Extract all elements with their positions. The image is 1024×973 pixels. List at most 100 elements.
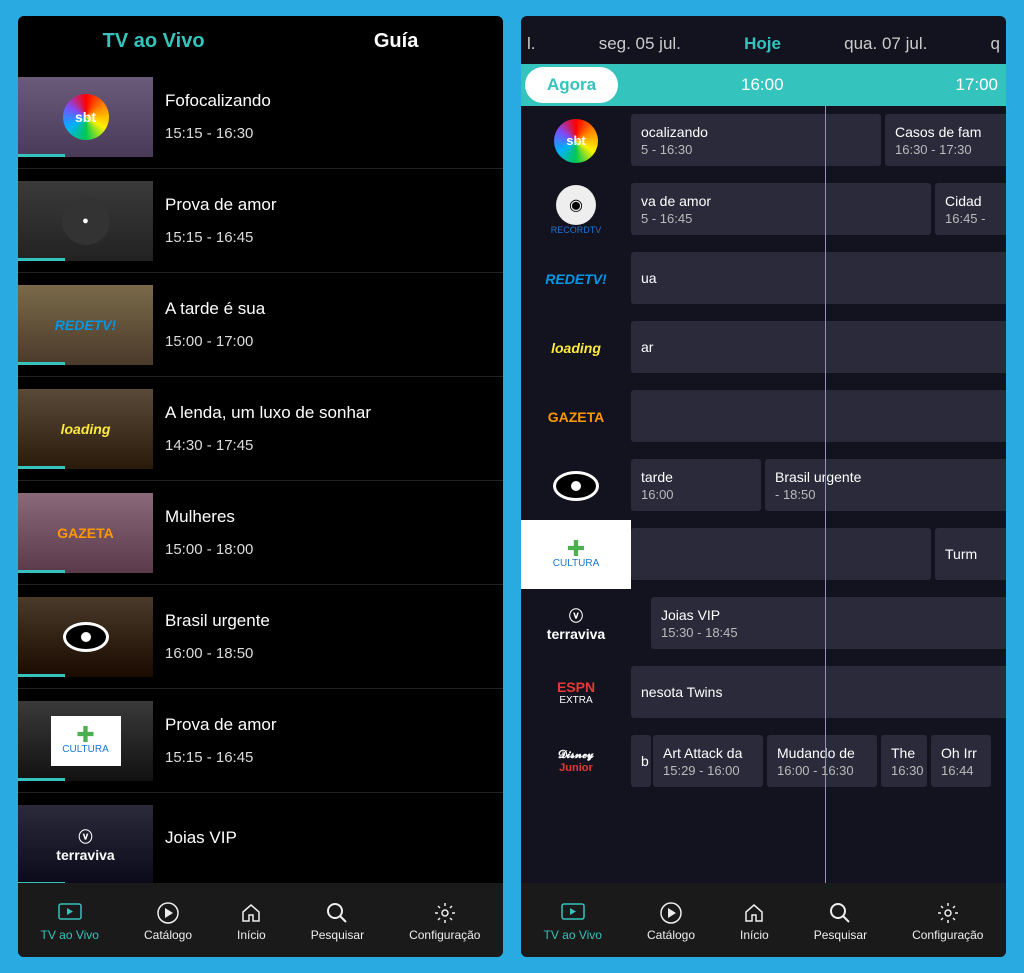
espn-logo-icon: ESPN bbox=[557, 679, 595, 695]
list-item[interactable]: ● Prova de amor 15:15 - 16:45 bbox=[18, 169, 503, 273]
epg-grid[interactable]: sbt ◉RECORDTV REDETV! loading GAZETA ✚CU… bbox=[521, 106, 1006, 883]
tab-guide[interactable]: Guía bbox=[374, 30, 418, 53]
program-time: 16:30 bbox=[891, 763, 917, 778]
program-block[interactable]: Mudando de16:00 - 16:30 bbox=[767, 735, 877, 787]
channel-cell-redetv[interactable]: REDETV! bbox=[521, 244, 631, 313]
nav-catalog[interactable]: Catálogo bbox=[647, 902, 695, 942]
record-logo-icon: ◉ bbox=[556, 185, 596, 225]
channel-cell-terraviva[interactable]: ⓥterraviva bbox=[521, 589, 631, 658]
program-block[interactable]: b bbox=[631, 735, 651, 787]
channel-cell-disney[interactable]: 𝓓𝓲𝓼𝓷𝓮𝔂Junior bbox=[521, 727, 631, 796]
cultura-logo-icon: ✚ CULTURA bbox=[51, 716, 121, 766]
program-title: Mudando de bbox=[777, 745, 867, 761]
gear-icon bbox=[432, 902, 458, 924]
program-block[interactable]: ocalizando5 - 16:30 bbox=[631, 114, 881, 166]
nav-label: Início bbox=[740, 928, 769, 942]
epg-row: Joias VIP15:30 - 18:45 bbox=[631, 589, 1006, 658]
left-screen: TV ao Vivo Guía sbt Fofocalizando 15:15 … bbox=[18, 16, 503, 957]
program-block[interactable]: The16:30 bbox=[881, 735, 927, 787]
program-title: tarde bbox=[641, 469, 751, 485]
program-title: Art Attack da bbox=[663, 745, 753, 761]
program-block[interactable]: ar bbox=[631, 321, 1006, 373]
nav-label: Catálogo bbox=[144, 928, 192, 942]
program-block[interactable]: Turm bbox=[935, 528, 1006, 580]
program-title: Joias VIP bbox=[165, 828, 237, 848]
program-time: 5 - 16:30 bbox=[641, 142, 871, 157]
channel-cell-gazeta[interactable]: GAZETA bbox=[521, 382, 631, 451]
program-block[interactable]: tarde16:00 bbox=[631, 459, 761, 511]
list-item[interactable]: ✚ CULTURA Prova de amor 15:15 - 16:45 bbox=[18, 689, 503, 793]
program-block[interactable] bbox=[631, 528, 931, 580]
program-time: 15:15 - 16:30 bbox=[165, 125, 271, 142]
program-title: Brasil urgente bbox=[775, 469, 1005, 485]
nav-search[interactable]: Pesquisar bbox=[814, 902, 867, 942]
now-pill[interactable]: Agora bbox=[525, 67, 618, 103]
nav-catalog[interactable]: Catálogo bbox=[144, 902, 192, 942]
nav-settings[interactable]: Configuração bbox=[912, 902, 983, 942]
program-block[interactable]: Joias VIP15:30 - 18:45 bbox=[651, 597, 1006, 649]
channel-cell-sbt[interactable]: sbt bbox=[521, 106, 631, 175]
channel-cell-loading[interactable]: loading bbox=[521, 313, 631, 382]
program-title: ua bbox=[641, 270, 1001, 286]
nav-label: Início bbox=[237, 928, 266, 942]
terraviva-logo-icon: ⓥterraviva bbox=[547, 606, 605, 642]
gazeta-logo-icon: GAZETA bbox=[548, 409, 605, 425]
nav-label: TV ao Vivo bbox=[41, 928, 99, 942]
tab-live-tv[interactable]: TV ao Vivo bbox=[103, 30, 205, 53]
nav-live-tv[interactable]: TV ao Vivo bbox=[41, 902, 99, 942]
list-item[interactable]: ⓥterraviva Joias VIP bbox=[18, 793, 503, 883]
nav-label: TV ao Vivo bbox=[544, 928, 602, 942]
epg-row: va de amor5 - 16:45Cidad16:45 - bbox=[631, 175, 1006, 244]
program-block[interactable]: Casos de fam16:30 - 17:30 bbox=[885, 114, 1006, 166]
program-column[interactable]: ocalizando5 - 16:30Casos de fam16:30 - 1… bbox=[631, 106, 1006, 883]
channel-thumb-gazeta: GAZETA bbox=[18, 493, 153, 573]
day-today[interactable]: Hoje bbox=[744, 34, 781, 54]
channel-cell-espn[interactable]: ESPNEXTRA bbox=[521, 658, 631, 727]
nav-settings[interactable]: Configuração bbox=[409, 902, 480, 942]
day-prev[interactable]: seg. 05 jul. bbox=[599, 34, 681, 54]
program-block[interactable]: Oh Irr16:44 bbox=[931, 735, 991, 787]
nav-home[interactable]: Início bbox=[740, 902, 769, 942]
program-time: 16:45 - bbox=[945, 211, 1006, 226]
program-block[interactable]: Brasil urgente- 18:50 bbox=[765, 459, 1006, 511]
program-block[interactable]: Art Attack da 15:29 - 16:00 bbox=[653, 735, 763, 787]
channel-cell-cultura[interactable]: ✚CULTURA bbox=[521, 520, 631, 589]
list-item[interactable]: Brasil urgente 16:00 - 18:50 bbox=[18, 585, 503, 689]
program-block[interactable] bbox=[631, 390, 1006, 442]
nav-search[interactable]: Pesquisar bbox=[311, 902, 364, 942]
program-title: Brasil urgente bbox=[165, 611, 270, 631]
channel-thumb-sbt: sbt bbox=[18, 77, 153, 157]
timeline-bar[interactable]: Agora 16:00 17:00 bbox=[521, 64, 1006, 106]
list-item[interactable]: GAZETA Mulheres 15:00 - 18:00 bbox=[18, 481, 503, 585]
current-time-line bbox=[825, 106, 826, 883]
record-logo-icon: ● bbox=[62, 197, 110, 245]
nav-label: Pesquisar bbox=[814, 928, 867, 942]
day-prev-cut[interactable]: l. bbox=[527, 34, 536, 54]
program-title: Oh Irr bbox=[941, 745, 981, 761]
now-playing-list[interactable]: sbt Fofocalizando 15:15 - 16:30 ● Prova … bbox=[18, 65, 503, 883]
gear-icon bbox=[935, 902, 961, 924]
program-block[interactable]: ua bbox=[631, 252, 1006, 304]
channel-cell-band[interactable] bbox=[521, 451, 631, 520]
program-title: Casos de fam bbox=[895, 124, 1006, 140]
gazeta-logo-icon: GAZETA bbox=[57, 525, 114, 541]
program-block[interactable]: nesota Twins bbox=[631, 666, 1006, 718]
program-block[interactable]: Cidad16:45 - bbox=[935, 183, 1006, 235]
day-next[interactable]: qua. 07 jul. bbox=[844, 34, 927, 54]
nav-home[interactable]: Início bbox=[237, 902, 266, 942]
channel-thumb-redetv: REDETV! bbox=[18, 285, 153, 365]
channel-cell-record[interactable]: ◉RECORDTV bbox=[521, 175, 631, 244]
tv-icon bbox=[560, 902, 586, 924]
program-time: 15:29 - 16:00 bbox=[663, 763, 753, 778]
list-item[interactable]: sbt Fofocalizando 15:15 - 16:30 bbox=[18, 65, 503, 169]
redetv-logo-icon: REDETV! bbox=[545, 271, 606, 287]
day-selector[interactable]: l. seg. 05 jul. Hoje qua. 07 jul. q bbox=[521, 16, 1006, 64]
nav-live-tv[interactable]: TV ao Vivo bbox=[544, 902, 602, 942]
sbt-logo-icon: sbt bbox=[554, 119, 598, 163]
program-title: nesota Twins bbox=[641, 684, 1001, 700]
list-item[interactable]: loading A lenda, um luxo de sonhar 14:30… bbox=[18, 377, 503, 481]
program-block[interactable]: va de amor5 - 16:45 bbox=[631, 183, 931, 235]
day-next-cut[interactable]: q bbox=[991, 34, 1000, 54]
list-item[interactable]: REDETV! A tarde é sua 15:00 - 17:00 bbox=[18, 273, 503, 377]
program-time: 15:15 - 16:45 bbox=[165, 229, 277, 246]
